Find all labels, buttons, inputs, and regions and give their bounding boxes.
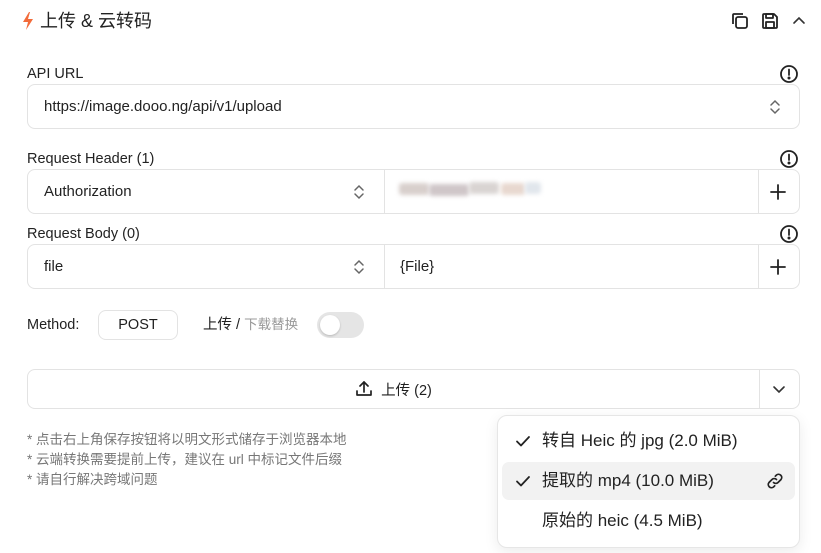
upload-options-menu: 转自 Heic 的 jpg (2.0 MiB) 提取的 mp4 (10.0 Mi… <box>497 415 800 548</box>
api-url-value: https://image.dooo.ng/api/v1/upload <box>44 98 282 115</box>
request-body-row: file {File} <box>27 244 800 289</box>
upload-mode-label: 上传 / 下载替换 <box>203 316 298 334</box>
note-line: * 云端转换需要提前上传，建议在 url 中标记文件后缀 <box>27 452 343 467</box>
updown-icon[interactable] <box>768 98 782 116</box>
chevron-down-icon[interactable] <box>771 381 787 397</box>
link-icon[interactable] <box>765 471 785 491</box>
note-line: * 请自行解决跨域问题 <box>27 472 158 487</box>
body-value-input[interactable]: {File} <box>400 258 434 276</box>
info-icon[interactable] <box>779 149 799 169</box>
download-replace-label: 下载替换 <box>244 317 299 332</box>
add-header-button[interactable] <box>769 183 787 201</box>
note-line: * 点击右上角保存按钮将以明文形式储存于浏览器本地 <box>27 432 347 447</box>
mode-separator: / <box>236 317 241 333</box>
check-icon <box>515 473 531 489</box>
bolt-icon <box>22 11 34 31</box>
request-body-label: Request Body (0) <box>27 226 140 242</box>
updown-icon[interactable] <box>352 183 366 201</box>
request-header-label: Request Header (1) <box>27 151 155 167</box>
menu-item-label: 转自 Heic 的 jpg (2.0 MiB) <box>542 431 738 450</box>
method-label: Method: <box>27 317 80 333</box>
menu-item-label: 原始的 heic (4.5 MiB) <box>542 511 703 530</box>
menu-item-jpg[interactable]: 转自 Heic 的 jpg (2.0 MiB) <box>502 422 795 460</box>
check-icon <box>515 433 531 449</box>
upload-bar: 上传 (2) <box>27 369 800 409</box>
upload-icon <box>355 380 373 398</box>
body-key-select[interactable]: file <box>44 258 63 276</box>
upload-button[interactable]: 上传 (2) <box>28 370 759 408</box>
notes: * 点击右上角保存按钮将以明文形式储存于浏览器本地 * 云端转换需要提前上传，建… <box>27 430 347 490</box>
menu-item-heic[interactable]: 原始的 heic (4.5 MiB) <box>502 502 795 540</box>
menu-item-label: 提取的 mp4 (10.0 MiB) <box>542 471 714 490</box>
api-url-input[interactable]: https://image.dooo.ng/api/v1/upload <box>27 84 800 129</box>
header-value-input[interactable] <box>385 170 758 213</box>
add-body-button[interactable] <box>769 258 787 276</box>
save-icon[interactable] <box>759 10 781 32</box>
upload-mode-toggle[interactable] <box>317 312 364 338</box>
info-icon[interactable] <box>779 64 799 84</box>
upload-label: 上传 <box>203 317 232 333</box>
request-header-row: Authorization <box>27 169 800 214</box>
updown-icon[interactable] <box>352 258 366 276</box>
copy-icon[interactable] <box>729 10 751 32</box>
chevron-up-icon[interactable] <box>788 10 810 32</box>
api-url-label: API URL <box>27 66 84 82</box>
upload-button-label: 上传 (2) <box>381 382 432 399</box>
toggle-knob <box>320 315 340 335</box>
header-key-select[interactable]: Authorization <box>44 183 132 201</box>
panel-title: 上传 & 云转码 <box>40 11 153 31</box>
info-icon[interactable] <box>779 224 799 244</box>
method-select[interactable]: POST <box>98 310 178 340</box>
menu-item-mp4[interactable]: 提取的 mp4 (10.0 MiB) <box>502 462 795 500</box>
